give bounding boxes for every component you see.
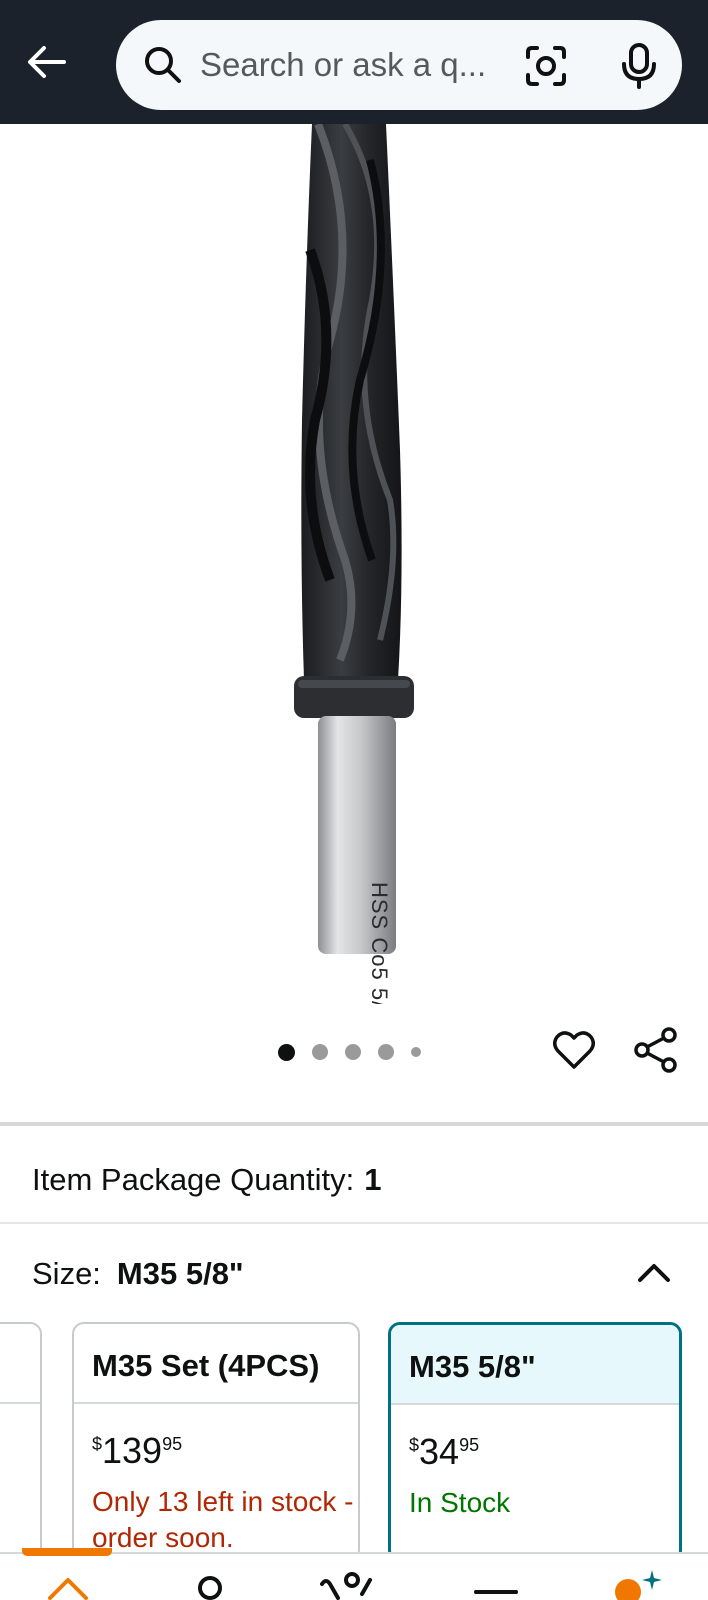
back-button[interactable] [18,36,74,88]
carousel-dot-2[interactable] [312,1044,328,1060]
variation-title: M35 Set (4PCS) [92,1348,320,1383]
item-package-quantity-label: Item Package Quantity: [32,1162,355,1197]
nav-account[interactable] [180,1564,240,1600]
variation-card-head: M35 Set (4PCS) [74,1324,358,1404]
drill-bit-image [294,124,414,954]
search-icon [145,47,181,83]
shank-engraving: HSS Co5 5/8" [367,882,392,1004]
home-icon [48,1578,88,1600]
menu-icon [474,1590,518,1594]
stock-status: In Stock [409,1487,511,1518]
microphone-icon[interactable] [616,42,662,90]
nav-menu[interactable] [466,1564,526,1600]
add-to-list-button[interactable] [550,1026,598,1074]
size: Size: M35 5/8" [32,1256,244,1292]
price-symbol: $ [409,1435,420,1455]
variation-price: $13995 [92,1430,182,1472]
variation-card-selected[interactable]: M35 5/8" $3495 In Stock [388,1322,682,1562]
price-whole: 34 [419,1431,460,1472]
carousel-dot-3[interactable] [345,1044,361,1060]
variation-card-head: M35 5/8" [391,1325,679,1405]
heart-icon [553,1031,595,1069]
price-symbol: $ [92,1434,103,1454]
item-package-quantity-row: Item Package Quantity: 1 [0,1126,708,1224]
price-fraction: 95 [459,1435,480,1455]
carousel-dot-4[interactable] [378,1044,394,1060]
carousel-dot-1[interactable] [278,1043,295,1061]
bottom-navigation [0,1552,708,1600]
collapse-size-button[interactable] [632,1250,676,1294]
share-button[interactable] [632,1026,680,1074]
ai-assistant-icon [320,1572,372,1600]
product-image[interactable]: HSS Co5 5/8" [0,124,708,1004]
back-arrow-icon [28,46,66,78]
active-tab-indicator [22,1548,112,1556]
search-box[interactable] [116,20,682,110]
search-input[interactable] [200,42,500,88]
size-value: M35 5/8" [116,1256,244,1291]
nav-home[interactable] [38,1564,98,1600]
size-label: Size: [32,1256,101,1291]
item-package-quantity-value: 1 [364,1162,382,1197]
top-search-bar [0,0,708,124]
variation-card-head [0,1324,40,1404]
carousel-dot-5[interactable] [411,1047,421,1057]
variation-card-previous[interactable] [0,1322,42,1562]
stock-status: Only 13 left in stock - order soon. [92,1486,354,1553]
account-icon [198,1576,222,1600]
nav-ai-assistant[interactable] [316,1564,376,1600]
variation-title: M35 5/8" [409,1349,536,1384]
profile-sparkle-icon [615,1570,662,1600]
item-package-quantity: Item Package Quantity: 1 [32,1162,381,1198]
price-fraction: 95 [162,1434,183,1454]
nav-profile[interactable] [604,1564,664,1600]
image-carousel-dots [278,1040,438,1064]
price-whole: 139 [102,1430,163,1471]
camera-lens-icon[interactable] [524,44,568,88]
size-selector-header[interactable]: Size: M35 5/8" [0,1226,708,1318]
variation-card[interactable]: M35 Set (4PCS) $13995 Only 13 left in st… [72,1322,360,1562]
variation-price: $3495 [409,1431,479,1473]
chevron-up-icon [638,1264,670,1282]
share-icon [634,1027,677,1073]
